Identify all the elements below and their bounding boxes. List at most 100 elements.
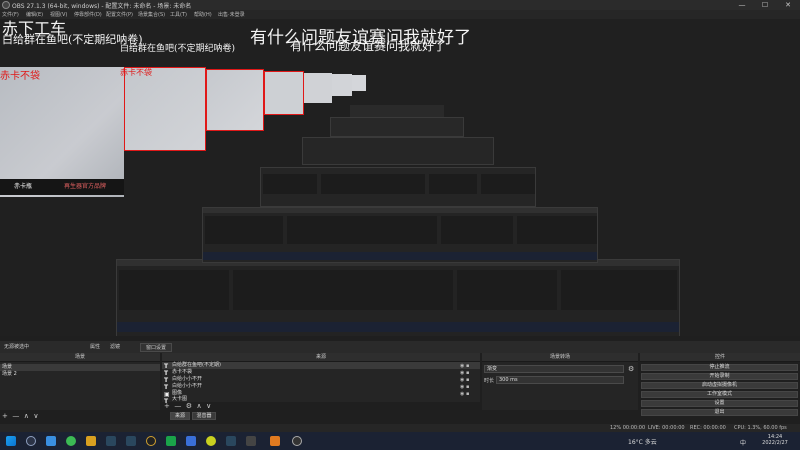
menu-scene-collection[interactable]: 场景集合(S) bbox=[138, 11, 165, 18]
tab-mixer[interactable]: 混音器 bbox=[192, 412, 216, 420]
nested-frame-4 bbox=[304, 73, 332, 103]
menu-account[interactable]: 出售·未登录 bbox=[218, 11, 245, 18]
overlay-red-label-2: 赤卡不袋 bbox=[120, 68, 152, 77]
menu-file[interactable]: 文件(F) bbox=[2, 11, 19, 18]
stop-streaming-button[interactable]: 停止推流 bbox=[641, 364, 798, 371]
move-down-button[interactable]: ∨ bbox=[204, 402, 211, 410]
transition-select[interactable]: 渐变 bbox=[484, 365, 624, 373]
scene-item[interactable]: 场景 bbox=[0, 364, 160, 371]
menu-bar: 文件(F) 编辑(E) 视图(V) 停靠部件(D) 配置文件(P) 场景集合(S… bbox=[0, 10, 800, 19]
nested-obs-window-6 bbox=[350, 105, 444, 117]
cpu-fps: CPU: 1.3%, 60.00 fps bbox=[734, 425, 787, 431]
rec-timer: REC: 00:00:00 bbox=[690, 425, 726, 431]
search-icon[interactable] bbox=[26, 436, 36, 446]
nested-frame-1 bbox=[124, 67, 206, 151]
menu-docks[interactable]: 停靠部件(D) bbox=[74, 11, 102, 18]
overlay-banner-2: 有什么问题友谊赛问我就好了 bbox=[290, 39, 447, 53]
app-yellow-icon[interactable] bbox=[206, 436, 216, 446]
duration-label: 时长 bbox=[484, 378, 495, 384]
source-toolbar-bottom: + — ⚙ ∧ ∨ bbox=[164, 402, 211, 410]
menu-tools[interactable]: 工具(T) bbox=[170, 11, 187, 18]
window-title: OBS 27.1.3 (64-bit, windows) - 配置文件: 未命名… bbox=[12, 3, 192, 10]
controls-dock-header: 控件 bbox=[640, 353, 800, 362]
taskbar-clock[interactable]: 14:24 2022/2/27 bbox=[758, 434, 792, 446]
source-item[interactable]: 白给小小不开 bbox=[162, 376, 480, 383]
window-settings-button[interactable]: 窗口设置 bbox=[140, 343, 173, 352]
steam-icon-3[interactable] bbox=[226, 436, 236, 446]
overlay-small-right: 再生器官方品牌 bbox=[64, 183, 107, 190]
nested-obs-window-5 bbox=[330, 117, 464, 137]
scenes-list[interactable]: 场景 场景 2 bbox=[0, 362, 160, 410]
steam-icon-2[interactable] bbox=[126, 436, 136, 446]
menu-help[interactable]: 帮助(H) bbox=[194, 11, 212, 18]
sources-dock-header: 来源 bbox=[162, 353, 480, 362]
dropped-frames: 12% 00:00:00 bbox=[610, 425, 646, 431]
scenes-dock-header: 场景 bbox=[0, 353, 160, 362]
overlay-red-label: 赤卡不袋 bbox=[0, 71, 40, 82]
nested-obs-window-3 bbox=[260, 167, 536, 207]
add-source-button[interactable]: + bbox=[164, 402, 170, 410]
properties-button[interactable]: 属性 bbox=[90, 343, 100, 350]
nested-frame-5 bbox=[332, 74, 352, 96]
obs-taskbar-icon[interactable] bbox=[292, 436, 302, 446]
menu-view[interactable]: 视图(V) bbox=[50, 11, 67, 18]
settings-button[interactable]: 设置 bbox=[641, 400, 798, 407]
transitions-dock-header: 场景转场 bbox=[482, 353, 638, 362]
nested-obs-window-1 bbox=[116, 259, 680, 336]
windows-taskbar bbox=[0, 432, 800, 450]
transition-settings-icon[interactable]: ⚙ bbox=[628, 365, 634, 373]
minimize-button[interactable]: — bbox=[732, 0, 752, 10]
clock-date: 2022/2/27 bbox=[762, 440, 788, 446]
nested-frame-3 bbox=[264, 71, 304, 115]
maximize-button[interactable]: ☐ bbox=[755, 0, 775, 10]
virtual-camera-button[interactable]: 启动虚拟摄像机 bbox=[641, 382, 798, 389]
menu-profile[interactable]: 配置文件(P) bbox=[106, 11, 133, 18]
wechat-icon[interactable] bbox=[166, 436, 176, 446]
weather-widget[interactable]: 16°C 多云 bbox=[628, 437, 657, 446]
app-grey-icon[interactable] bbox=[246, 436, 256, 446]
nested-frame-2 bbox=[206, 69, 264, 131]
source-item[interactable]: 白给小小不开 bbox=[162, 383, 480, 390]
remove-source-button[interactable]: — bbox=[172, 402, 181, 410]
close-button[interactable]: ✕ bbox=[778, 0, 798, 10]
menu-edit[interactable]: 编辑(E) bbox=[26, 11, 43, 18]
live-timer: LIVE: 00:00:00 bbox=[648, 425, 685, 431]
studio-mode-button[interactable]: 工作室模式 bbox=[641, 391, 798, 398]
source-item[interactable]: 白给群在鱼吧(不定期) bbox=[162, 362, 480, 369]
overlay-small-left: 赤卡瓶 bbox=[14, 183, 33, 190]
preview-canvas[interactable]: 赤卡瓶 再生器官方品牌 赤卡不袋 赤下工车 白给群在鱼吧(不定期纪呐卷) 白给群… bbox=[0, 19, 800, 336]
duration-input[interactable]: 300 ms bbox=[496, 376, 624, 384]
chrome-icon[interactable] bbox=[66, 436, 76, 446]
tab-sources[interactable]: 来源 bbox=[170, 412, 190, 420]
obs-logo-icon bbox=[2, 1, 10, 9]
source-item[interactable]: 赤卡不袋 bbox=[162, 369, 480, 376]
visibility-eye-icon[interactable]: ◉ ▪ ◉ ▪ ◉ ▪ ◉ ▪ ◉ ▪ bbox=[460, 363, 469, 398]
obs-status-bar: 12% 00:00:00 LIVE: 00:00:00 REC: 00:00:0… bbox=[0, 424, 800, 432]
remove-scene-button[interactable]: — bbox=[10, 412, 19, 420]
exit-button[interactable]: 退出 bbox=[641, 409, 798, 416]
no-source-label: 无源被选中 bbox=[4, 344, 30, 350]
app-orange-icon[interactable] bbox=[270, 436, 280, 446]
app-g-icon[interactable] bbox=[146, 436, 156, 446]
ime-indicator[interactable]: 中 bbox=[740, 438, 746, 447]
add-scene-button[interactable]: + bbox=[2, 412, 8, 420]
move-up-button[interactable]: ∧ bbox=[22, 412, 29, 420]
steam-icon[interactable] bbox=[106, 436, 116, 446]
start-recording-button[interactable]: 开始录制 bbox=[641, 373, 798, 380]
nested-obs-window-2 bbox=[202, 207, 598, 263]
scene-item[interactable]: 场景 2 bbox=[0, 371, 160, 378]
text-source-icons: T T T T ▣ T bbox=[164, 363, 170, 405]
move-down-button[interactable]: ∨ bbox=[31, 412, 38, 420]
filters-button[interactable]: 滤镜 bbox=[110, 343, 120, 350]
nested-frame-6 bbox=[352, 75, 366, 91]
window-title-bar: OBS 27.1.3 (64-bit, windows) - 配置文件: 未命名… bbox=[0, 0, 800, 10]
windows-start-icon[interactable] bbox=[6, 436, 16, 446]
source-settings-icon[interactable]: ⚙ bbox=[184, 402, 192, 410]
sources-list[interactable]: 白给群在鱼吧(不定期) 赤卡不袋 白给小小不开 白给小小不开 图像 大卡图 TT… bbox=[162, 362, 480, 405]
overlay-group-text-2: 白给群在鱼吧(不定期纪呐卷) bbox=[120, 44, 236, 54]
edge-browser-icon[interactable] bbox=[46, 436, 56, 446]
file-explorer-icon[interactable] bbox=[86, 436, 96, 446]
app-blue-icon[interactable] bbox=[186, 436, 196, 446]
nested-obs-window-4 bbox=[302, 137, 494, 165]
move-up-button[interactable]: ∧ bbox=[194, 402, 202, 410]
